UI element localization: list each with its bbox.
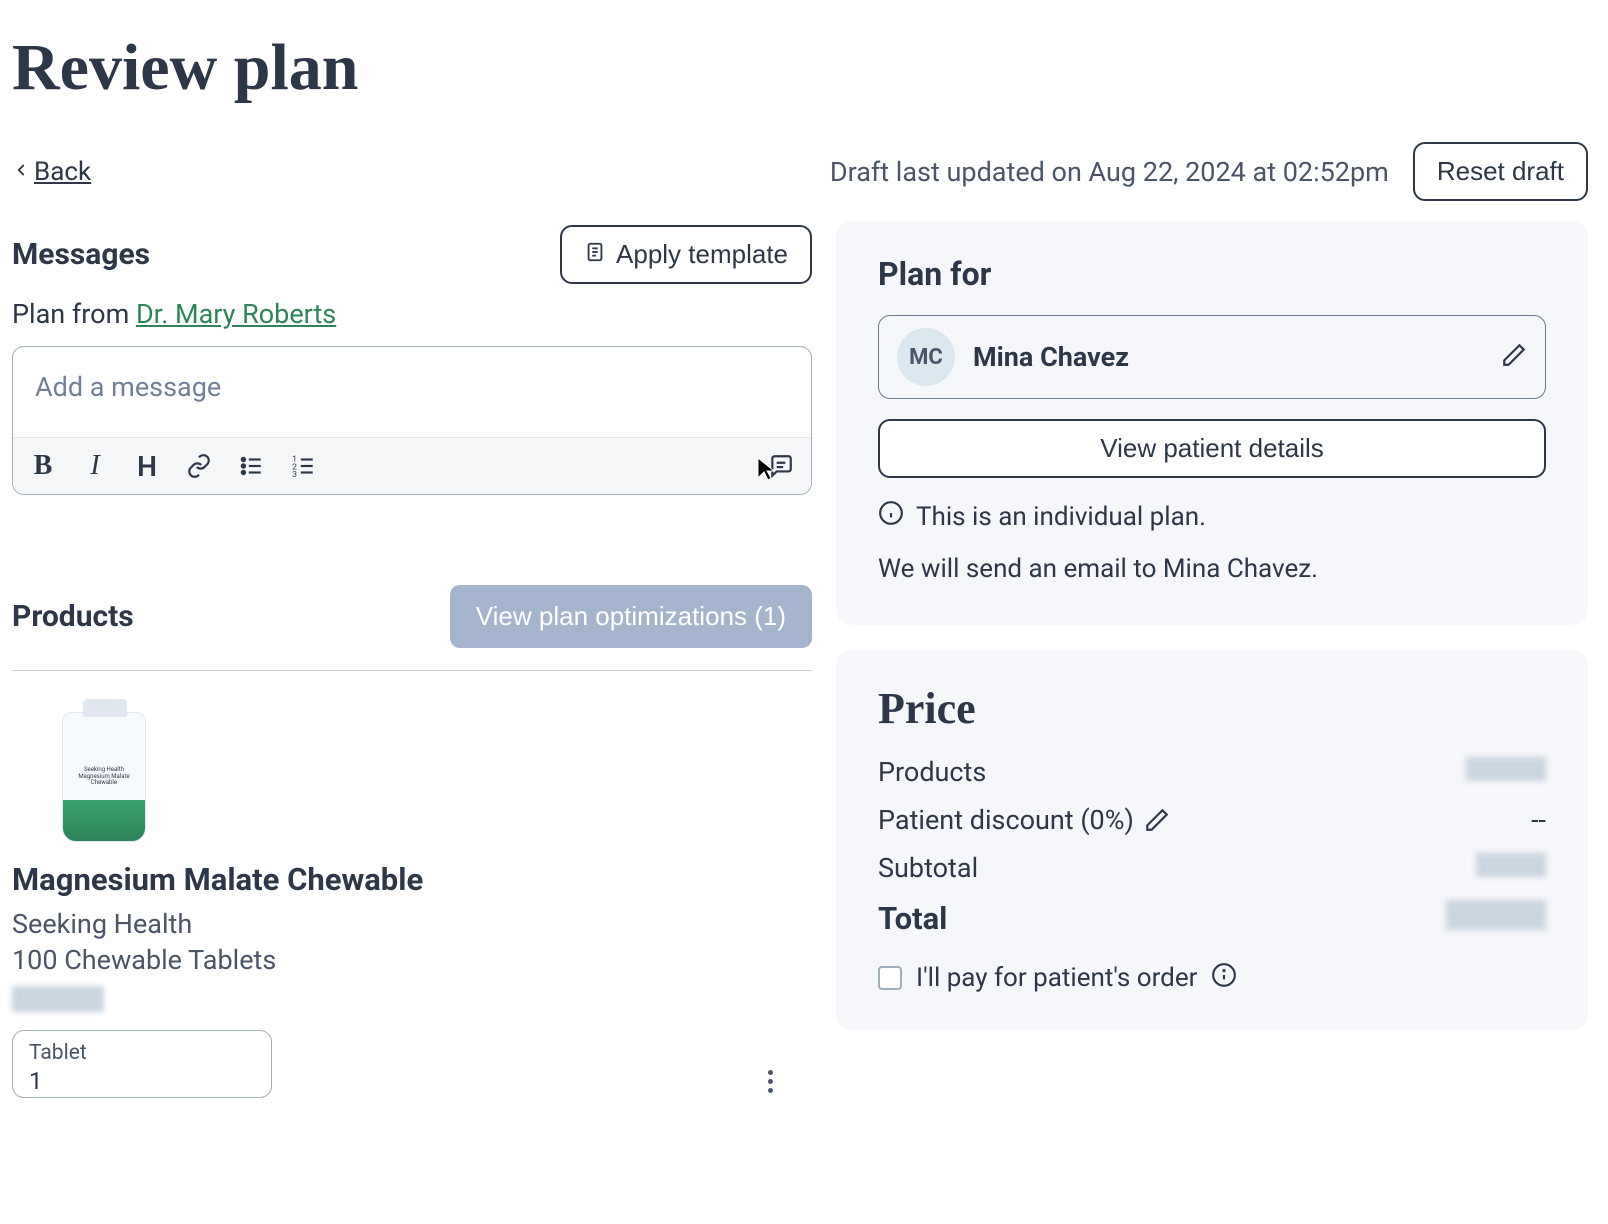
pay-for-patient-row: I'll pay for patient's order xyxy=(878,962,1546,995)
price-products-value-redacted xyxy=(1466,757,1546,781)
template-icon xyxy=(584,239,606,270)
email-note: We will send an email to Mina Chavez. xyxy=(878,551,1546,589)
product-form-label: Tablet xyxy=(29,1041,255,1065)
italic-icon[interactable]: I xyxy=(79,450,111,482)
price-heading: Price xyxy=(878,683,1546,734)
price-products-label: Products xyxy=(878,756,986,788)
patient-name: Mina Chavez xyxy=(973,341,1483,373)
link-icon[interactable] xyxy=(183,450,215,482)
back-label: Back xyxy=(34,157,91,187)
plan-for-heading: Plan for xyxy=(878,255,1546,293)
back-link[interactable]: Back xyxy=(12,157,91,187)
message-editor: B I H 123 xyxy=(12,346,812,495)
product-row: Seeking HealthMagnesium MalateChewable M… xyxy=(12,707,812,1098)
plan-from-link[interactable]: Dr. Mary Roberts xyxy=(136,298,336,330)
price-total-row: Total xyxy=(878,900,1546,938)
editor-toolbar: B I H 123 xyxy=(13,437,811,494)
info-icon xyxy=(878,500,904,533)
product-name: Magnesium Malate Chewable xyxy=(12,861,423,900)
plan-for-card: Plan for MC Mina Chavez View patient det… xyxy=(836,221,1588,625)
pay-label: I'll pay for patient's order xyxy=(916,963,1197,993)
bold-icon[interactable]: B xyxy=(27,450,59,482)
product-form-field[interactable]: Tablet 1 xyxy=(12,1030,272,1098)
price-card: Price Products Patient discount (0%) -- … xyxy=(836,649,1588,1031)
comment-icon[interactable] xyxy=(765,450,797,482)
plan-info-row: This is an individual plan. xyxy=(878,500,1546,533)
apply-template-label: Apply template xyxy=(616,239,788,270)
reset-draft-button[interactable]: Reset draft xyxy=(1413,142,1588,201)
plan-info-text: This is an individual plan. xyxy=(916,502,1206,532)
bulleted-list-icon[interactable] xyxy=(235,450,267,482)
price-subtotal-value-redacted xyxy=(1476,853,1546,877)
edit-patient-icon[interactable] xyxy=(1501,342,1527,372)
price-products-row: Products xyxy=(878,756,1546,788)
patient-box: MC Mina Chavez xyxy=(878,315,1546,399)
svg-text:3: 3 xyxy=(292,470,297,479)
page-title: Review plan xyxy=(12,30,1588,106)
price-subtotal-row: Subtotal xyxy=(878,852,1546,884)
topbar: Back Draft last updated on Aug 22, 2024 … xyxy=(12,142,1588,201)
apply-template-button[interactable]: Apply template xyxy=(560,225,812,284)
price-total-label: Total xyxy=(878,900,947,937)
plan-from-prefix: Plan from xyxy=(12,298,136,330)
price-discount-value: -- xyxy=(1531,804,1546,836)
price-subtotal-label: Subtotal xyxy=(878,852,978,884)
price-discount-row: Patient discount (0%) -- xyxy=(878,804,1546,836)
heading-icon[interactable]: H xyxy=(131,450,163,482)
products-heading: Products xyxy=(12,599,134,634)
pay-info-icon[interactable] xyxy=(1211,962,1237,995)
product-form-value: 1 xyxy=(29,1067,255,1095)
avatar: MC xyxy=(897,328,955,386)
messages-heading: Messages xyxy=(12,237,150,272)
price-discount-label: Patient discount (0%) xyxy=(878,804,1134,836)
products-header: Products View plan optimizations (1) xyxy=(12,585,812,671)
view-optimizations-button[interactable]: View plan optimizations (1) xyxy=(450,585,812,648)
product-price-redacted xyxy=(12,986,104,1012)
message-input[interactable] xyxy=(13,347,811,437)
edit-discount-icon[interactable] xyxy=(1144,807,1170,833)
draft-status: Draft last updated on Aug 22, 2024 at 02… xyxy=(830,156,1389,188)
product-image: Seeking HealthMagnesium MalateChewable xyxy=(34,707,174,847)
product-size: 100 Chewable Tablets xyxy=(12,944,423,976)
plan-from-text: Plan from Dr. Mary Roberts xyxy=(12,298,812,330)
numbered-list-icon[interactable]: 123 xyxy=(287,450,319,482)
messages-header: Messages Apply template xyxy=(12,225,812,284)
view-patient-details-button[interactable]: View patient details xyxy=(878,419,1546,478)
price-total-value-redacted xyxy=(1446,900,1546,930)
product-brand: Seeking Health xyxy=(12,908,423,940)
pay-checkbox[interactable] xyxy=(878,966,902,990)
kebab-menu-icon[interactable] xyxy=(758,1066,782,1098)
chevron-left-icon xyxy=(12,157,30,187)
